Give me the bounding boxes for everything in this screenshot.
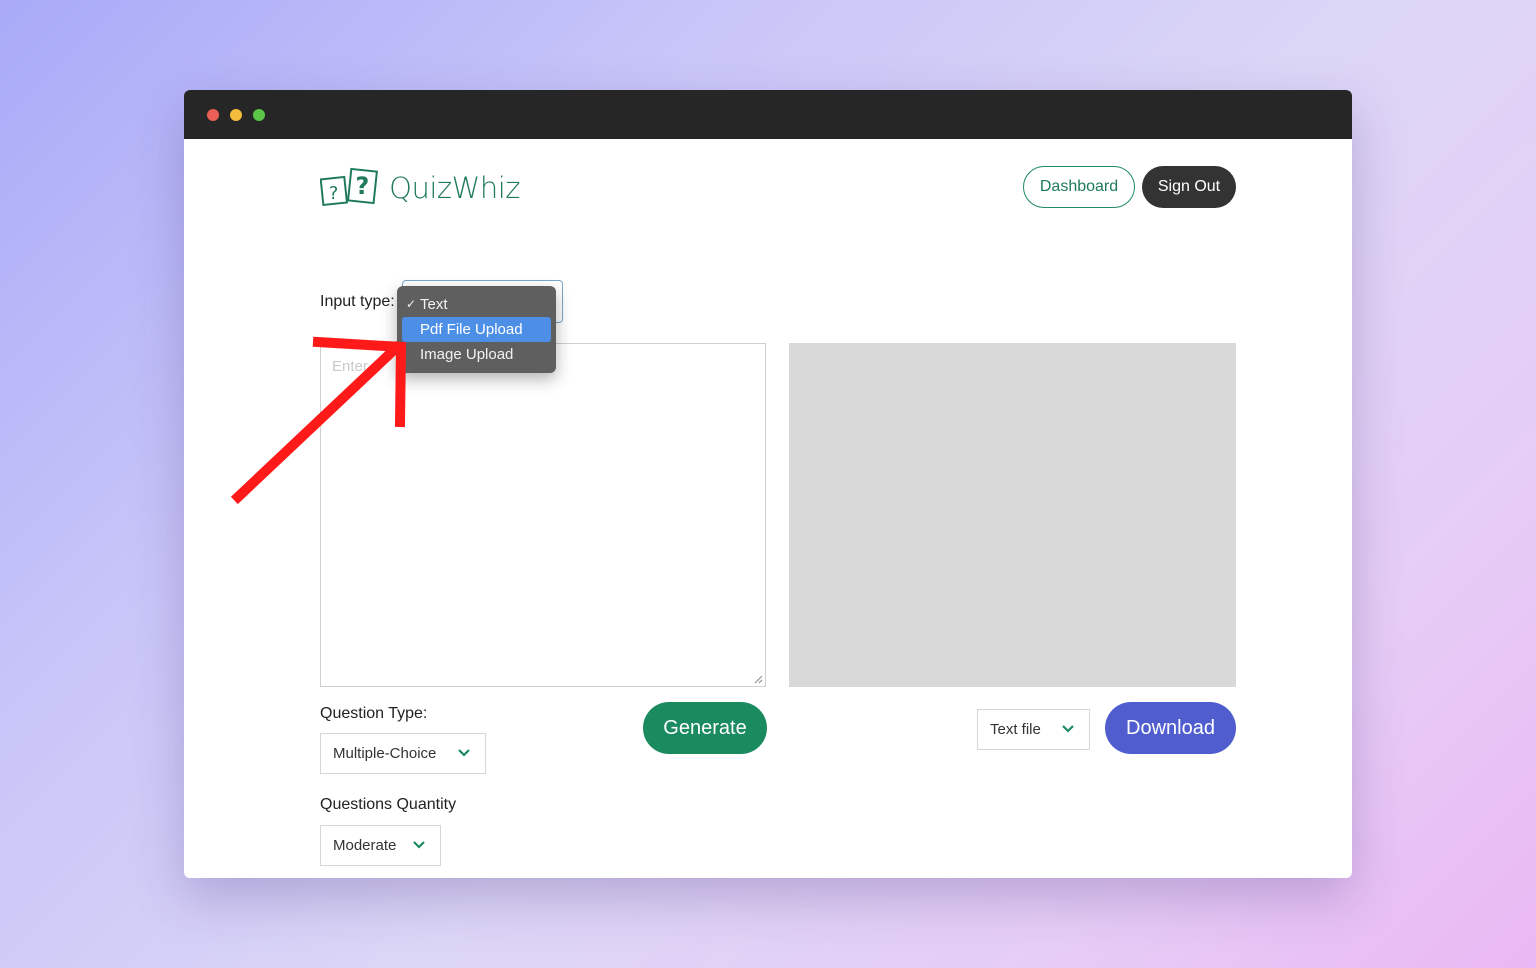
- app-logo[interactable]: ? ? QuizWhiz: [320, 166, 520, 210]
- window-titlebar: [184, 90, 1352, 139]
- close-window-dot[interactable]: [207, 109, 219, 121]
- svg-text:?: ?: [329, 184, 338, 204]
- input-type-label: Input type:: [320, 293, 395, 310]
- maximize-window-dot[interactable]: [253, 109, 265, 121]
- question-type-select[interactable]: Multiple-Choice: [320, 733, 486, 774]
- questions-quantity-select[interactable]: Moderate: [320, 825, 441, 866]
- generate-button[interactable]: Generate: [643, 702, 767, 754]
- dashboard-button[interactable]: Dashboard: [1023, 166, 1135, 208]
- dropdown-option-image-upload[interactable]: Image Upload: [397, 342, 556, 367]
- dropdown-option-label: Image Upload: [420, 346, 514, 363]
- export-format-select[interactable]: Text file: [977, 709, 1090, 750]
- quiz-preview-panel: [789, 343, 1236, 687]
- dropdown-option-label: Text: [420, 296, 448, 313]
- checkmark-icon: ✓: [406, 297, 417, 311]
- question-type-value: Multiple-Choice: [333, 745, 437, 762]
- questions-quantity-value: Moderate: [333, 837, 397, 854]
- quiz-cards-icon: ? ?: [320, 167, 378, 207]
- dropdown-option-label: Pdf File Upload: [420, 321, 523, 338]
- download-button[interactable]: Download: [1105, 702, 1236, 754]
- sign-out-button[interactable]: Sign Out: [1142, 166, 1236, 208]
- minimize-window-dot[interactable]: [230, 109, 242, 121]
- export-format-value: Text file: [990, 721, 1041, 738]
- question-type-label: Question Type:: [320, 705, 428, 722]
- app-name: QuizWhiz: [389, 171, 520, 205]
- text-input-area[interactable]: Enter: [320, 343, 766, 687]
- resize-handle-icon[interactable]: [754, 675, 763, 684]
- svg-text:?: ?: [356, 172, 370, 200]
- dropdown-option-text[interactable]: ✓ Text: [397, 292, 556, 317]
- input-type-dropdown-menu: ✓ Text Pdf File Upload Image Upload: [397, 286, 556, 373]
- chevron-down-icon: [413, 841, 425, 849]
- questions-quantity-label: Questions Quantity: [320, 796, 457, 813]
- chevron-down-icon: [1062, 725, 1074, 733]
- browser-window: ? ? QuizWhiz Dashboard Sign Out Input ty…: [184, 90, 1352, 878]
- text-input-placeholder: Enter: [332, 358, 368, 375]
- dropdown-option-pdf-upload[interactable]: Pdf File Upload: [402, 317, 551, 342]
- chevron-down-icon: [458, 749, 470, 757]
